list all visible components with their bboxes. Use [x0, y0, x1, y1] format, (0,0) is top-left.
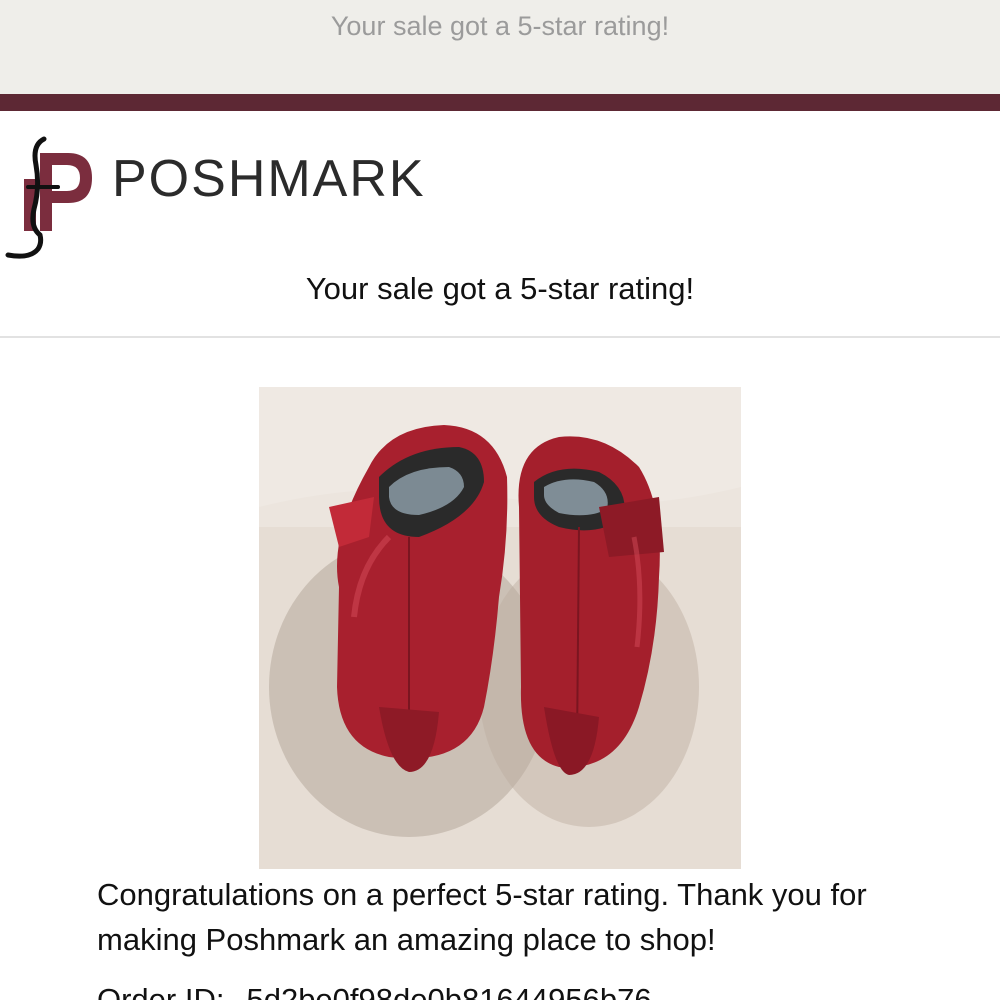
brand-bar — [0, 94, 1000, 111]
email-page: Your sale got a 5-star rating! POSHMARK … — [0, 0, 1000, 1000]
logo-header[interactable]: POSHMARK — [0, 111, 1000, 261]
poshmark-logo-icon — [0, 131, 100, 261]
section-divider — [0, 336, 1000, 338]
order-id-label: Order ID: — [97, 982, 225, 1000]
congratulations-message: Congratulations on a perfect 5-star rati… — [97, 877, 867, 957]
order-id-value[interactable]: 5d2be0f98de0b81644956b76 — [246, 982, 651, 1000]
preheader-text: Your sale got a 5-star rating! — [330, 11, 670, 41]
email-headline: Your sale got a 5-star rating! — [305, 271, 695, 306]
preheader: Your sale got a 5-star rating! — [0, 0, 1000, 94]
product-image[interactable] — [259, 387, 741, 869]
brand-wordmark: POSHMARK — [112, 150, 426, 208]
order-id-line: Order ID: 5d2be0f98de0b81644956b76 — [97, 982, 652, 1000]
